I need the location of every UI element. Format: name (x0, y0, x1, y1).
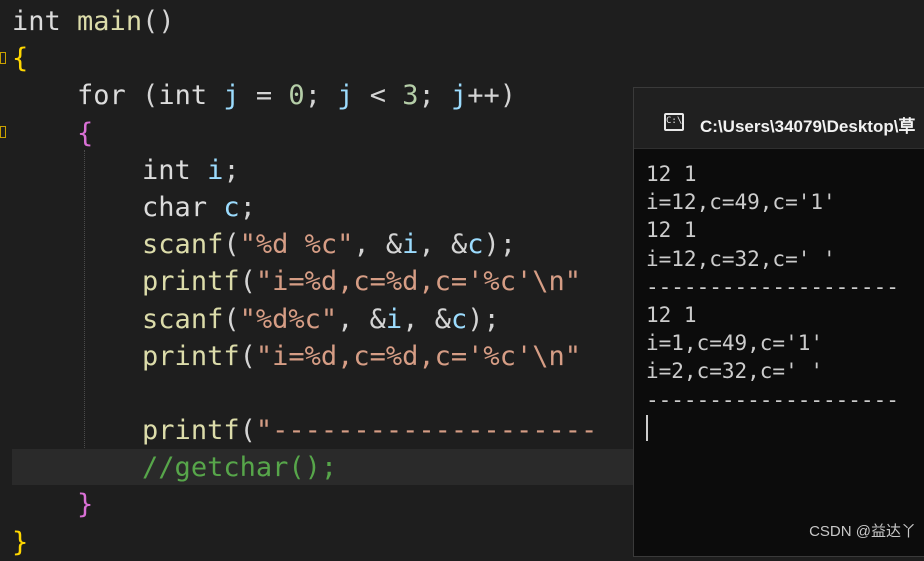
code-token: c (223, 191, 240, 223)
code-lines[interactable]: int main(){ for (int j = 0; j < 3; j++) … (12, 3, 597, 561)
code-token: "i=%d,c=%d,c='%c'\n" (255, 340, 581, 372)
code-token: < (353, 80, 403, 112)
code-line[interactable]: } (12, 524, 597, 561)
code-token: for (77, 80, 126, 112)
code-token: ; (418, 80, 452, 112)
code-token: i (207, 154, 224, 186)
watermark: CSDN @益达丫 (809, 523, 916, 540)
code-token: char (142, 191, 208, 223)
fold-marker-icon[interactable] (0, 126, 6, 138)
code-line[interactable]: char c; (12, 189, 597, 226)
code-token: //getchar(); (142, 452, 338, 484)
code-token: printf (142, 266, 240, 298)
code-token: = (239, 80, 289, 112)
code-token: () (142, 6, 175, 37)
code-token: 3 (402, 80, 419, 112)
code-token: "-------------------- (255, 415, 598, 447)
code-token: i (402, 229, 419, 261)
console-titlebar[interactable]: C:\ C:\Users\34079\Desktop\草 (634, 88, 924, 149)
code-token: int (12, 6, 61, 37)
code-token: c (450, 303, 468, 335)
console-title: C:\Users\34079\Desktop\草 (700, 117, 916, 136)
code-token: ; (304, 80, 338, 112)
code-line[interactable]: printf("-------------------- (12, 412, 597, 449)
code-line[interactable]: for (int j = 0; j < 3; j++) (12, 77, 597, 114)
code-token: main (77, 6, 143, 37)
code-token: c (467, 229, 484, 261)
code-token: "%d%c" (239, 303, 338, 335)
code-line[interactable]: { (12, 40, 597, 77)
code-token: { (12, 43, 29, 75)
code-line[interactable] (12, 375, 597, 412)
code-line[interactable]: int main() (12, 3, 597, 40)
code-token: } (77, 489, 94, 521)
console-cursor (646, 415, 648, 441)
code-line[interactable]: printf("i=%d,c=%d,c='%c'\n" (12, 263, 597, 300)
code-token: ); (483, 229, 516, 261)
editor-gutter (0, 0, 10, 547)
code-token: ++) (467, 80, 517, 112)
code-token: j (337, 80, 354, 112)
fold-marker-icon[interactable] (0, 52, 6, 64)
code-token: printf (142, 415, 240, 447)
code-token: , & (402, 303, 451, 335)
code-token: int (158, 80, 208, 112)
code-line[interactable]: } (12, 486, 597, 523)
code-token: ( (239, 266, 256, 298)
code-token: printf (142, 340, 240, 372)
code-token: j (223, 80, 240, 112)
code-token: i (385, 303, 403, 335)
code-token: ( (239, 415, 256, 447)
code-line[interactable]: printf("i=%d,c=%d,c='%c'\n" (12, 338, 597, 375)
console-output: 12 1 i=12,c=49,c='1' 12 1 i=12,c=32,c=' … (646, 162, 899, 412)
code-token: j (451, 80, 468, 112)
code-token: ; (223, 154, 240, 186)
cmd-icon: C:\ (664, 113, 684, 131)
code-line[interactable]: { (12, 115, 597, 152)
code-token: scanf (142, 229, 224, 261)
code-token: , & (337, 303, 386, 335)
code-token: "%d %c" (239, 229, 354, 261)
code-line[interactable]: scanf("%d%c", &i, &c); (12, 301, 597, 338)
code-token: } (12, 526, 29, 558)
code-token: ( (223, 229, 240, 261)
code-line[interactable]: scanf("%d %c", &i, &c); (12, 226, 597, 263)
code-token: int (142, 154, 191, 186)
code-line[interactable]: int i; (12, 152, 597, 189)
code-token: scanf (142, 303, 224, 335)
code-token: , & (418, 229, 468, 261)
code-token: ); (467, 303, 500, 335)
code-token: ( (223, 303, 240, 335)
code-token: { (77, 117, 94, 149)
code-token: "i=%d,c=%d,c='%c'\n" (255, 266, 581, 298)
code-token: 0 (288, 80, 305, 112)
code-token: , & (353, 229, 403, 261)
code-token: ( (125, 80, 159, 112)
code-token: ; (239, 191, 256, 223)
code-token: ( (239, 340, 256, 372)
code-line[interactable]: //getchar(); (12, 449, 597, 486)
console-window[interactable]: C:\ C:\Users\34079\Desktop\草 12 1 i=12,c… (633, 87, 924, 557)
